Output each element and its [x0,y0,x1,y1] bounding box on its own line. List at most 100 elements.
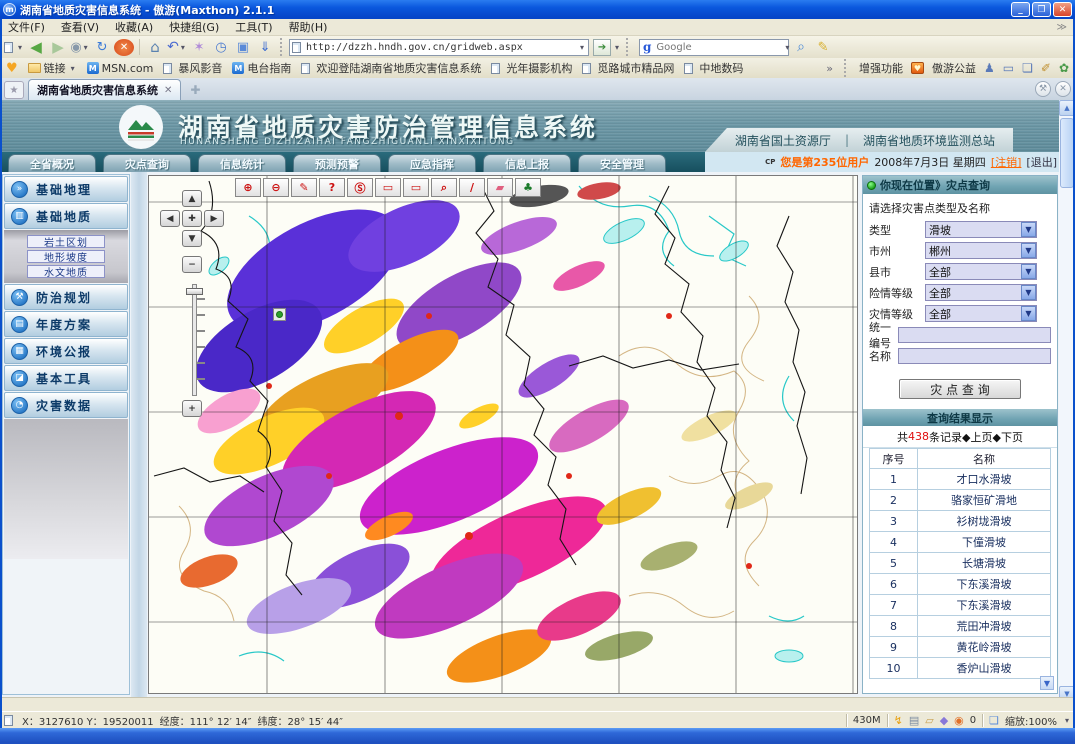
bookmark-msn[interactable]: MMSN.com [87,62,154,75]
snapshot-icon[interactable]: ◉ [954,714,964,727]
disaster-query-button[interactable]: 灾 点 查 询 [899,379,1021,399]
table-row[interactable]: 5长塘滑坡 [870,553,1051,574]
new-page-button[interactable]: ▾ [4,38,24,57]
chevron-down-icon[interactable]: ▼ [1021,264,1036,279]
minimize-button[interactable]: _ [1011,2,1030,17]
bookmark-zhongdi[interactable]: 中地数码 [684,60,743,76]
groups-button[interactable]: ▣ [233,38,253,57]
pan-down-button[interactable]: ▼ [182,230,202,247]
scroll-thumb[interactable] [1060,118,1074,188]
prev-page-link[interactable]: ◆上页 [962,429,992,445]
bookmark-photo[interactable]: 光年摄影机构 [491,60,572,76]
map-viewport[interactable]: ⊕ ⊖ ✎ ? Ⓢ ▭ ▭ ⌕ ∕ ▰ ♣ ▲ ◀ ✚ ▶ ▼ − [148,175,858,694]
table-row[interactable]: 1才口水滑坡 [870,469,1051,490]
risk-level-select[interactable]: 全部 ▼ [925,284,1037,301]
nav-tab-security[interactable]: 安全管理 [578,154,666,172]
history-dropdown-button[interactable]: ◉▾ [70,38,90,57]
sidebar-item-basic-tools[interactable]: ◪ 基本工具 [4,365,128,391]
next-page-link[interactable]: ◆下页 [993,429,1023,445]
window-titlebar[interactable]: m 湖南省地质灾害信息系统 - 傲游(Maxthon) 2.1.1 _ ❐ ✕ [0,0,1075,19]
tab-tools-icon[interactable]: ⚒ [1035,81,1051,97]
measure-distance-tool[interactable]: ? [319,178,345,197]
table-row[interactable]: 3衫树垅滑坡 [870,511,1051,532]
zoom-out-button[interactable]: − [182,256,202,273]
sidebar-item-annual-plan[interactable]: ▤ 年度方案 [4,311,128,337]
zoom-slider-handle[interactable] [186,288,203,295]
nav-tab-overview[interactable]: 全省概况 [8,154,96,172]
pan-right-button[interactable]: ▶ [204,210,224,227]
table-row[interactable]: 8荒田冲滑坡 [870,616,1051,637]
user-icon[interactable]: ♟ [984,61,995,75]
tab-list-close-icon[interactable]: ✕ [1055,81,1071,97]
new-tab-button[interactable]: ✚ [185,82,205,98]
layer-tree-tool[interactable]: ♣ [515,178,541,197]
reader-icon[interactable]: ◆ [940,714,948,727]
zoom-in-tool[interactable]: ⊕ [235,178,261,197]
sidebar-subitem-terrain-slope[interactable]: 地形坡度 [27,250,105,263]
chevron-down-icon[interactable]: ▼ [1021,285,1036,300]
undo-button[interactable]: ↶▾ [167,38,187,57]
restore-button[interactable]: ❐ [1032,2,1051,17]
name-input[interactable] [898,348,1051,364]
zoom-in-button[interactable]: + [182,400,202,417]
search-icon[interactable]: ⌕ [791,38,811,57]
forward-button[interactable]: ▶ [48,38,68,57]
paint-icon[interactable]: ✐ [1041,61,1051,75]
refresh-button[interactable]: ↻ [92,38,112,57]
back-button[interactable]: ◀ [26,38,46,57]
close-button[interactable]: ✕ [1053,2,1072,17]
bookmark-city[interactable]: 觅路城市精品网 [582,60,674,76]
pan-left-button[interactable]: ◀ [160,210,180,227]
highlighter-icon[interactable]: ✎ [813,38,833,57]
full-extent-tool[interactable]: Ⓢ [347,178,373,197]
nav-tab-report[interactable]: 信息上报 [483,154,571,172]
windows-taskbar[interactable] [0,728,1075,744]
search-box[interactable]: g ▾ [639,39,789,56]
pan-up-button[interactable]: ▲ [182,190,202,207]
city-select[interactable]: 郴州 ▼ [925,242,1037,259]
bookmark-radio[interactable]: M电台指南 [232,60,291,76]
panel-splitter[interactable] [131,172,147,697]
menu-view[interactable]: 查看(V) [61,19,99,35]
logout-link[interactable]: [注销] [991,154,1022,170]
nav-tab-disaster-query[interactable]: 灾点查询 [103,154,191,172]
menu-file[interactable]: 文件(F) [8,19,45,35]
menu-favorites[interactable]: 收藏(A) [115,19,153,35]
pages-icon[interactable]: ❏ [1022,61,1033,75]
map-location-marker[interactable] [273,308,286,321]
type-select[interactable]: 滑坡 ▼ [925,221,1037,238]
window-icon[interactable]: ▭ [1003,61,1014,75]
zoom-out-tool[interactable]: ⊖ [263,178,289,197]
sidebar-item-base-geology[interactable]: ▥ 基础地质 [4,203,128,229]
bookmarks-overflow-icon[interactable]: » [826,62,833,75]
sidebar-item-base-geography[interactable]: » 基础地理 [4,176,128,202]
eraser-tool[interactable]: ▰ [487,178,513,197]
maxthon-charity-link[interactable]: 傲游公益 [932,60,976,76]
uid-input[interactable] [898,327,1051,343]
menu-tools[interactable]: 工具(T) [235,19,272,35]
enhance-features-link[interactable]: 增强功能 [859,60,903,76]
annotate-tool[interactable]: ✎ [291,178,317,197]
search-input[interactable] [654,41,783,54]
table-row[interactable]: 2骆家恒矿滑地 [870,490,1051,511]
address-bar[interactable]: ▾ [289,39,589,56]
select-rect-tool[interactable]: ▭ [375,178,401,197]
sidebar-subitem-rock-zoning[interactable]: 岩土区划 [27,235,105,248]
star-icon[interactable]: ★ [4,81,24,99]
nav-tab-emergency[interactable]: 应急指挥 [388,154,476,172]
printer-icon[interactable]: ▤ [909,714,919,727]
sidebar-item-prevention-plan[interactable]: ⚒ 防治规划 [4,284,128,310]
table-row[interactable]: 4下僮滑坡 [870,532,1051,553]
menu-help[interactable]: 帮助(H) [289,19,328,35]
menu-groups[interactable]: 快捷组(G) [169,19,219,35]
nav-tab-forecast[interactable]: 预测预警 [293,154,381,172]
favorites-heart-icon[interactable]: ♥ [6,61,18,76]
table-row[interactable]: 7下东溪滑坡 [870,595,1051,616]
table-row[interactable]: 9黄花岭滑坡 [870,637,1051,658]
county-select[interactable]: 全部 ▼ [925,263,1037,280]
exit-link[interactable]: [退出] [1026,154,1057,170]
address-dropdown-icon[interactable]: ▾ [578,43,586,52]
plugin-icon[interactable]: ✿ [1059,61,1069,75]
nav-tab-statistics[interactable]: 信息统计 [198,154,286,172]
magic-wand-button[interactable]: ✶ [189,38,209,57]
